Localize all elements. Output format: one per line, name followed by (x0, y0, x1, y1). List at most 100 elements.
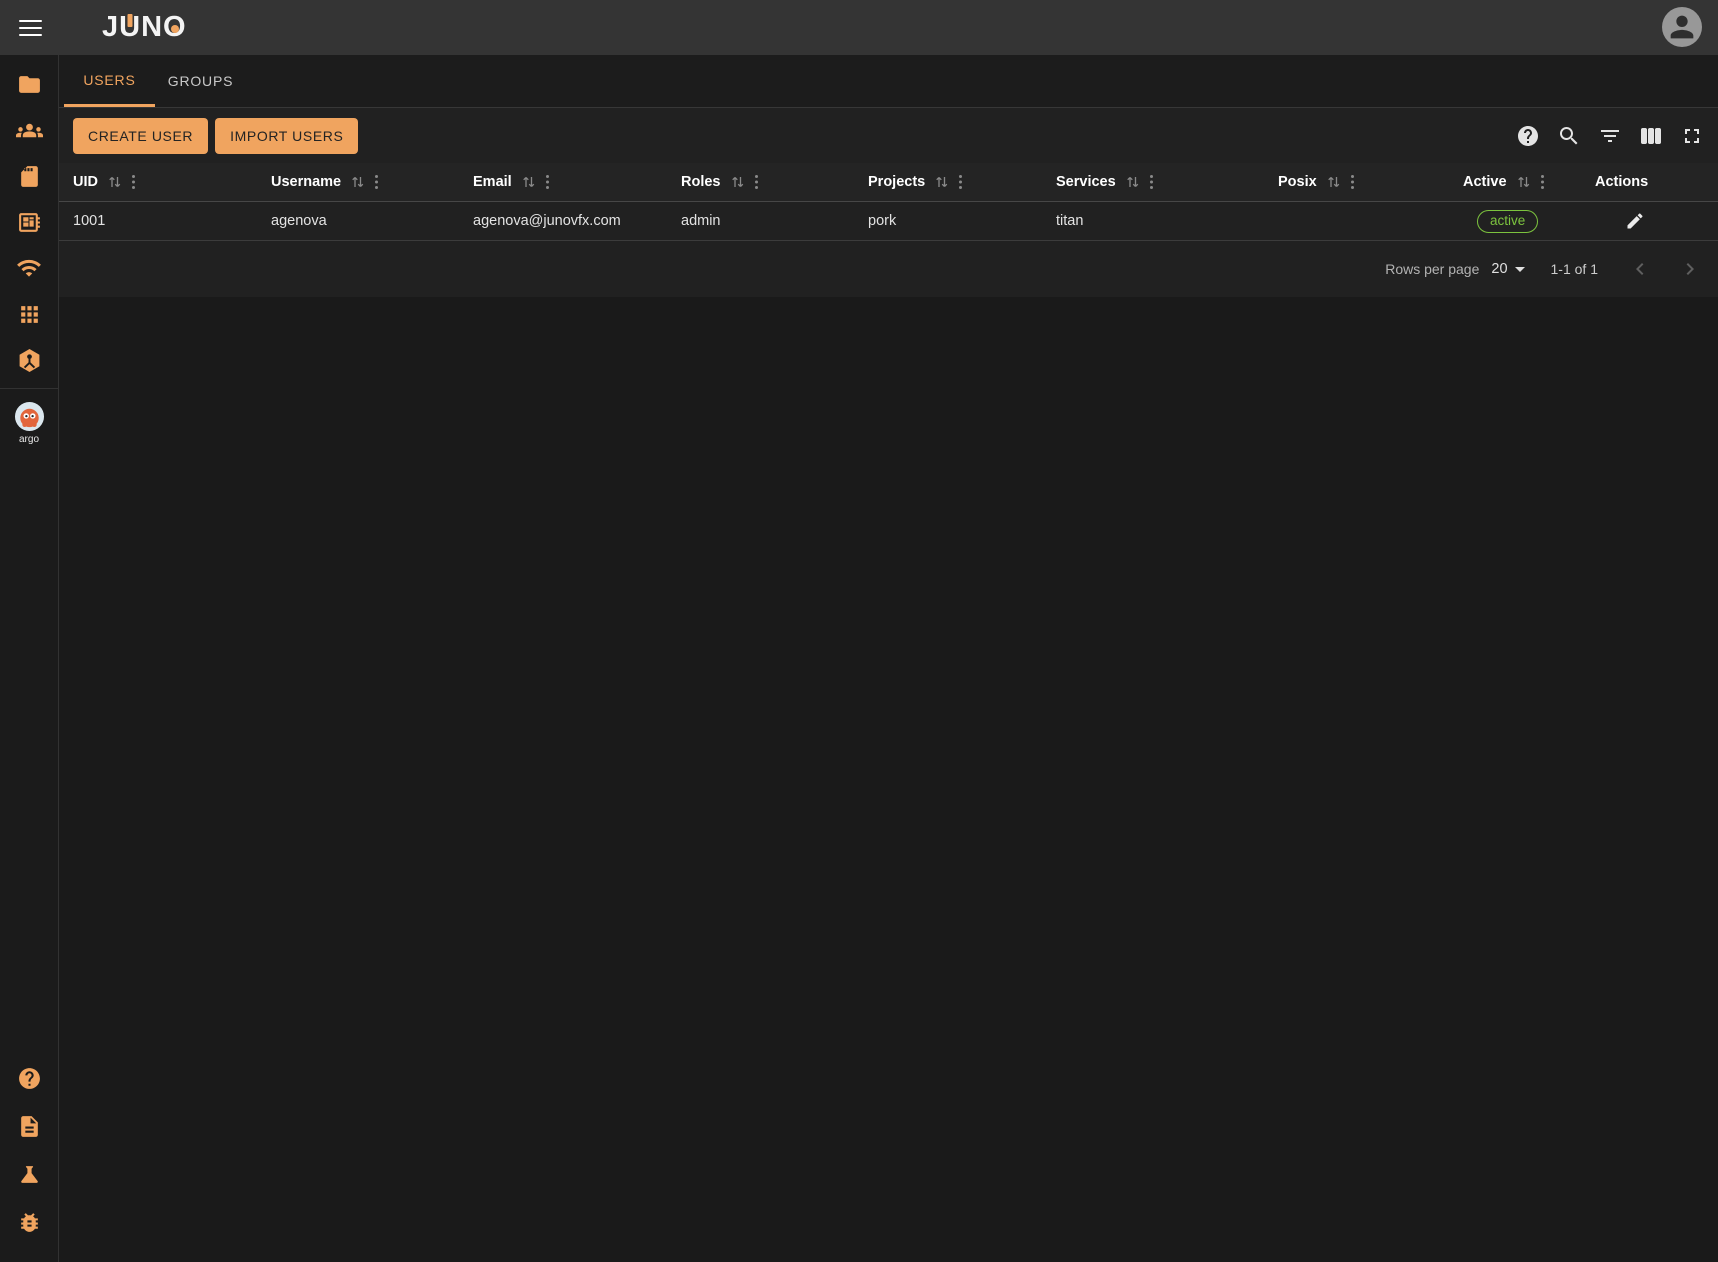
column-menu-icon[interactable] (374, 174, 379, 190)
help-icon (17, 1066, 42, 1091)
table-row[interactable]: 1001 agenova agenova@junovfx.com admin p… (59, 202, 1718, 241)
column-menu-icon[interactable] (754, 174, 759, 190)
menu-button[interactable] (15, 14, 45, 42)
sidebar-item-packages[interactable] (9, 348, 49, 372)
sort-icon[interactable] (107, 175, 122, 189)
sidebar-item-users[interactable] (9, 118, 49, 142)
sidebar-item-storage[interactable] (9, 164, 49, 188)
app-window: JUNO (0, 0, 1718, 1262)
users-table-card: CREATE USER IMPORT USERS (59, 108, 1718, 297)
chevron-right-icon (1678, 257, 1702, 281)
table-fullscreen-button[interactable] (1680, 124, 1704, 148)
edit-pencil-icon (1625, 211, 1645, 231)
table-columns-button[interactable] (1639, 124, 1663, 148)
sidebar-item-docs[interactable] (9, 1114, 49, 1138)
sidebar-item-hardware[interactable] (9, 210, 49, 234)
tab-users[interactable]: USERS (64, 55, 155, 107)
left-sidebar: argo (0, 55, 59, 1262)
table-toolbar: CREATE USER IMPORT USERS (59, 108, 1718, 163)
bug-icon (17, 1210, 42, 1235)
column-header-active: Active (1449, 163, 1581, 201)
tab-bar: USERS GROUPS (59, 55, 1718, 108)
sidebar-item-apps[interactable] (9, 302, 49, 326)
cell-email: agenova@junovfx.com (459, 202, 667, 240)
juno-logo: JUNO (102, 12, 187, 42)
rows-per-page-select[interactable]: 20 (1491, 261, 1524, 277)
account-icon (1665, 10, 1699, 44)
previous-page-button[interactable] (1628, 257, 1652, 281)
sd-card-icon (17, 164, 42, 189)
sidebar-item-network[interactable] (9, 256, 49, 280)
tab-groups-label: GROUPS (168, 73, 233, 89)
column-header-projects: Projects (854, 163, 1042, 201)
sort-icon[interactable] (1516, 175, 1531, 189)
sidebar-divider (0, 388, 58, 389)
argo-mascot-icon (14, 401, 45, 432)
column-header-services: Services (1042, 163, 1264, 201)
sort-icon[interactable] (1125, 175, 1140, 189)
sidebar-item-labs[interactable] (9, 1162, 49, 1186)
next-page-button[interactable] (1678, 257, 1702, 281)
logo-accent-bar (128, 14, 133, 27)
table-search-button[interactable] (1557, 124, 1581, 148)
create-user-button[interactable]: CREATE USER (73, 118, 208, 154)
column-header-roles: Roles (667, 163, 854, 201)
status-badge: active (1477, 210, 1538, 233)
cell-username: agenova (257, 202, 459, 240)
column-header-posix: Posix (1264, 163, 1449, 201)
sidebar-item-help[interactable] (9, 1066, 49, 1090)
rows-per-page-label: Rows per page (1385, 261, 1479, 277)
toolbar-icon-group (1516, 124, 1704, 148)
tab-users-label: USERS (83, 72, 135, 88)
sidebar-item-files[interactable] (9, 72, 49, 96)
sort-icon[interactable] (350, 175, 365, 189)
table-filter-button[interactable] (1598, 124, 1622, 148)
edit-user-button[interactable] (1625, 211, 1645, 231)
sort-icon[interactable] (521, 175, 536, 189)
argo-label: argo (19, 434, 39, 445)
cell-roles: admin (667, 202, 854, 240)
document-icon (17, 1114, 42, 1139)
filter-icon (1598, 124, 1622, 148)
sidebar-bottom-group (9, 1066, 49, 1262)
folder-icon (17, 72, 42, 97)
cell-uid: 1001 (59, 202, 257, 240)
cell-active: active (1449, 202, 1581, 240)
developer-board-icon (17, 210, 42, 235)
table-footer: Rows per page 20 1-1 of 1 (59, 241, 1718, 297)
sidebar-item-argo[interactable]: argo (7, 401, 51, 445)
column-menu-icon[interactable] (1350, 174, 1355, 190)
empty-content-area (59, 297, 1718, 1262)
chevron-left-icon (1628, 257, 1652, 281)
cell-posix (1264, 202, 1449, 240)
cell-projects: pork (854, 202, 1042, 240)
flask-icon (17, 1162, 42, 1187)
wifi-icon (16, 255, 42, 281)
cell-actions (1581, 202, 1718, 240)
table-help-button[interactable] (1516, 124, 1540, 148)
column-header-uid: UID (59, 163, 257, 201)
main-content: USERS GROUPS CREATE USER IMPORT USERS (59, 55, 1718, 1262)
sidebar-item-bug-report[interactable] (9, 1210, 49, 1234)
column-menu-icon[interactable] (1540, 174, 1545, 190)
logo-accent-dot (171, 25, 179, 33)
column-menu-icon[interactable] (958, 174, 963, 190)
column-menu-icon[interactable] (131, 174, 136, 190)
account-button[interactable] (1662, 7, 1702, 47)
tab-groups[interactable]: GROUPS (155, 55, 246, 107)
view-columns-icon (1639, 124, 1663, 148)
import-users-button[interactable]: IMPORT USERS (215, 118, 358, 154)
apps-icon (17, 302, 42, 327)
sort-icon[interactable] (934, 175, 949, 189)
column-menu-icon[interactable] (1149, 174, 1154, 190)
sort-icon[interactable] (1326, 175, 1341, 189)
column-header-email: Email (459, 163, 667, 201)
help-circle-icon (1516, 124, 1540, 148)
top-app-bar: JUNO (0, 0, 1718, 55)
fullscreen-icon (1680, 124, 1704, 148)
sort-icon[interactable] (730, 175, 745, 189)
package-icon (16, 347, 43, 374)
column-menu-icon[interactable] (545, 174, 550, 190)
groups-icon (16, 117, 43, 144)
caret-down-icon (1515, 267, 1525, 272)
